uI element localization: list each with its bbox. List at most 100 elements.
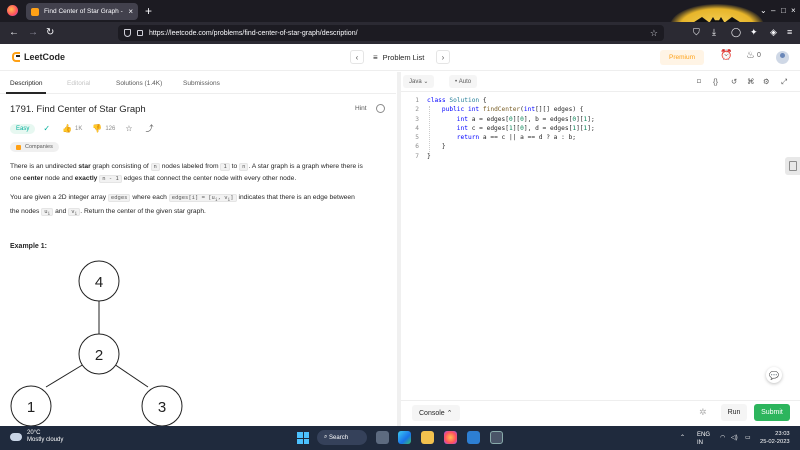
prev-problem-button[interactable]: ‹ [350,50,364,64]
wifi-icon[interactable]: ◠ [720,434,725,441]
debug-icon[interactable]: ✲ [699,407,707,418]
code-line[interactable]: 2 public int findCenter(int[][] edges) { [401,105,781,114]
tab-editorial[interactable]: Editorial [67,80,90,87]
user-avatar[interactable] [776,51,789,64]
browser-tab[interactable]: Find Center of Star Graph - Lee × [26,3,138,20]
dislike-count: 126 [105,125,116,132]
windows-taskbar: 20°C Mostly cloudy ⌕ Search ⌃ ENG IN ◠ ◁… [0,426,800,450]
reload-icon[interactable]: ↻ [46,27,54,38]
line-number: 2 [415,106,419,114]
bookmark-star-icon[interactable]: ☆ [650,28,658,39]
code-line[interactable]: 4 int c = edges[1][0], d = edges[1][1]; [401,124,781,133]
tab-title: Find Center of Star Graph - Lee [44,8,124,15]
problem-description: 1791. Find Center of Star Graph Hint Eas… [0,94,396,426]
code-line[interactable]: 6 } [401,142,781,151]
console-label: Console [419,409,445,417]
next-problem-button[interactable]: › [436,50,450,64]
run-button[interactable]: Run [721,404,747,421]
language-indicator[interactable]: ENG IN [697,431,710,447]
premium-button[interactable]: Premium [660,50,704,65]
code-line[interactable]: 1 class Solution { [401,96,781,105]
braces-icon[interactable]: {} [713,77,718,86]
chevron-up-icon: ⌃ [446,410,453,417]
code-line[interactable]: 7} [401,152,781,161]
settings-circle-icon[interactable] [376,104,385,113]
new-tab-button[interactable]: + [145,4,152,18]
console-button[interactable]: Console ⌃ [412,405,460,421]
problem-list-button[interactable]: ≡ Problem List [373,53,424,62]
maximize-button[interactable]: □ [781,6,786,15]
edge-2-3 [113,363,149,388]
tab-submissions[interactable]: Submissions [183,80,220,87]
forward-icon[interactable]: → [28,27,38,38]
vscode-icon[interactable] [467,431,480,444]
favorite-button[interactable]: ☆ [125,124,135,133]
app-taskbar-icon[interactable] [490,431,503,444]
back-icon[interactable]: ← [9,27,19,38]
shortcut-icon[interactable]: ⌘ [747,77,755,86]
leetcode-logo[interactable]: LeetCode [12,52,65,62]
firefox-icon[interactable] [7,5,18,16]
code-editor[interactable]: 1 class Solution { 2 public int findCente… [401,96,781,161]
leetcode-favicon-icon [31,7,39,16]
search-label: Search [329,434,349,441]
submit-button[interactable]: Submit [754,404,790,421]
edge-2-1 [45,363,85,388]
pocket-icon[interactable]: ⛉ [693,27,700,38]
system-clock[interactable]: 23:03 25-02-2023 [760,430,790,446]
star-icon: ☆ [125,124,133,133]
battery-icon[interactable]: ▭ [745,434,751,441]
line-number: 3 [415,115,419,123]
taskbar-search[interactable]: ⌕ Search [317,430,367,445]
notes-side-tab[interactable] [785,157,800,175]
weather-text: Mostly cloudy [27,437,64,443]
weather-widget[interactable]: 20°C Mostly cloudy [10,430,63,444]
tab-solutions[interactable]: Solutions (1.4K) [116,80,162,87]
tray-chevron-icon[interactable]: ⌃ [680,434,685,441]
tab-description[interactable]: Description [10,80,43,87]
shield-extension-icon[interactable]: ◈ [770,27,777,38]
account-icon[interactable]: ◯ [731,27,741,38]
alarm-clock-icon[interactable]: ⏰ [720,50,732,61]
firefox-taskbar-icon[interactable] [444,431,457,444]
feedback-chat-button[interactable]: 💬 [766,367,782,383]
like-button[interactable]: 👍 1K [62,124,82,133]
edge-browser-icon[interactable] [398,431,411,444]
reset-icon[interactable]: ↺ [731,77,737,86]
file-explorer-icon[interactable] [421,431,434,444]
companies-tag[interactable]: Companies [10,142,59,152]
hint-label[interactable]: Hint [355,105,367,112]
share-button[interactable]: ⤴ [146,123,157,134]
fullscreen-icon[interactable]: ⤢ [781,77,787,87]
lock-icon[interactable] [137,30,143,36]
tab-close-icon[interactable]: × [128,7,133,16]
address-bar[interactable]: https://leetcode.com/problems/find-cente… [118,25,664,41]
close-window-button[interactable]: × [791,6,796,15]
settings-gear-icon[interactable]: ⚙ [763,77,770,86]
menu-icon[interactable]: ≡ [787,27,792,37]
code-line[interactable]: 5 return a == c || a == d ? a : b; [401,133,781,142]
windows-start-icon[interactable] [297,432,309,444]
problem-list-label: Problem List [382,53,425,62]
bookmark-icon[interactable]: ⌑ [697,77,701,86]
minimize-button[interactable]: – [771,6,775,15]
dislike-button[interactable]: 👎 126 [92,124,115,133]
list-tabs-icon[interactable]: ⌄ [760,6,767,15]
line-number: 1 [415,97,419,104]
language-select[interactable]: Java ⌄ [403,75,435,88]
extensions-icon[interactable]: ✦ [750,27,758,38]
shield-icon[interactable] [124,29,131,37]
downloads-icon[interactable]: ⤓ [712,27,716,38]
difficulty-badge: Easy [10,123,36,134]
volume-icon[interactable]: ◁) [731,434,738,441]
temperature: 20°C [27,430,41,436]
problem-title: 1791. Find Center of Star Graph [10,104,146,115]
streak-fire-icon[interactable]: ♨ [746,50,755,61]
auto-toggle[interactable]: • Auto [449,75,478,88]
graph-node-label: 1 [27,399,35,416]
code-line[interactable]: 3 int a = edges[0][0], b = edges[0][1]; [401,115,781,124]
url-text[interactable]: https://leetcode.com/problems/find-cente… [149,30,650,37]
task-view-icon[interactable] [376,431,389,444]
editor-footer: Console ⌃ ✲ Run Submit [401,400,800,426]
lock-icon [16,144,21,150]
